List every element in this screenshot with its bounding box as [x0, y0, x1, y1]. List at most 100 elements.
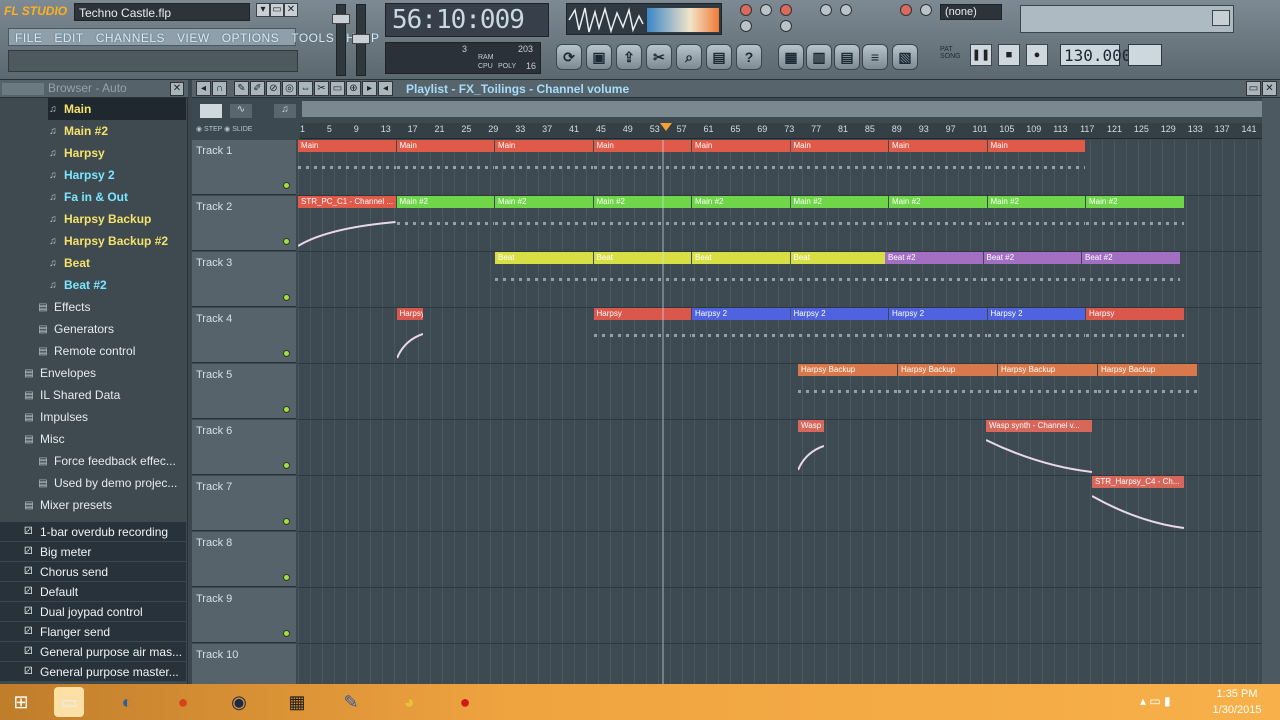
playlist-clip[interactable]: Wasp synth - Channel v... [798, 420, 824, 475]
menu-tools[interactable]: TOOLS [285, 29, 340, 45]
pattern-selector[interactable]: (none) [940, 4, 1002, 20]
playlist-clip[interactable]: Main [692, 140, 790, 195]
playlist-close-icon[interactable]: ✕ [1262, 81, 1277, 96]
nav-back-icon[interactable]: ◂ [378, 81, 393, 96]
snap-display[interactable] [1128, 44, 1162, 66]
pat-song-toggle[interactable]: PAT SONG [940, 46, 961, 60]
recorder-icon[interactable]: ● [450, 687, 480, 717]
playlist-clip[interactable]: Main [987, 140, 1085, 195]
step-slide-toggle[interactable]: ◉ STEP ◉ SLIDE [196, 125, 252, 133]
master-volume-knob[interactable] [332, 14, 350, 24]
menu-view[interactable]: VIEW [171, 29, 216, 45]
select-tool-icon[interactable]: ▭ [330, 81, 345, 96]
playlist-clip[interactable]: Beat [692, 252, 790, 307]
close-icon[interactable]: ✕ [284, 3, 298, 17]
browser-channel-item[interactable]: ♫ Main [48, 98, 186, 120]
playlist-clip[interactable]: Beat [593, 252, 691, 307]
link-icon[interactable]: ∿ [230, 104, 252, 118]
playlist-clip[interactable]: Harpsy 2 [889, 308, 987, 363]
browser-folder-item[interactable]: ▤ Effects [38, 296, 186, 318]
video-editor-icon[interactable]: ▦ [282, 687, 312, 717]
uploader-icon[interactable]: ✎ [336, 687, 366, 717]
playlist-clip[interactable]: STR_PC_C1 - Channel ... [298, 196, 396, 251]
playlist-clip[interactable]: Harpsy 2 [790, 308, 888, 363]
track-header[interactable]: Track 8 [192, 532, 296, 587]
render-icon[interactable]: ⇪ [616, 44, 642, 70]
playlist-clip[interactable]: Harpsy 2 [692, 308, 790, 363]
playhead-marker-icon[interactable] [660, 123, 672, 131]
slice-tool-icon[interactable]: ✂ [314, 81, 329, 96]
browser-channel-item[interactable]: ♫ Main #2 [48, 120, 186, 142]
horizontal-scrollbar[interactable] [302, 101, 1262, 117]
magnet-icon[interactable]: ∩ [212, 81, 227, 96]
mixer-preset-item[interactable]: ⚂ Flanger send [0, 622, 186, 642]
playlist-clip[interactable]: Main [593, 140, 691, 195]
browser-folder-item[interactable]: ▤ Misc [24, 428, 186, 450]
playlist-clip[interactable]: Harpsy 2 [987, 308, 1085, 363]
track-header[interactable]: Track 6 [192, 420, 296, 475]
playlist-clip[interactable]: Harpsy [593, 308, 691, 363]
track-active-icon[interactable] [283, 518, 290, 525]
mixer-preset-item[interactable]: ⚂ Dual joypad control [0, 602, 186, 622]
track-active-icon[interactable] [283, 462, 290, 469]
master-pitch-knob[interactable] [352, 34, 370, 44]
playlist-grid[interactable]: Main Main Main Main Main Main Main Main STR_PC_C… [298, 140, 1262, 700]
playlist-clip[interactable]: Beat #2 [885, 252, 983, 307]
menu-options[interactable]: OPTIONS [216, 29, 286, 45]
save-panel-icon[interactable] [1212, 10, 1230, 26]
playlist-clip[interactable]: Beat [790, 252, 888, 307]
browser-folder-item[interactable]: ▤ Envelopes [24, 362, 186, 384]
piano-roll-icon[interactable]: ▤ [834, 44, 860, 70]
playlist-clip[interactable]: Main #2 [987, 196, 1085, 251]
menu-arrow-icon[interactable]: ▾ [256, 3, 270, 17]
track-header[interactable]: Track 3 [192, 252, 296, 307]
playlist-clip[interactable]: Main #2 [396, 196, 494, 251]
playlist-clip[interactable]: Main [396, 140, 494, 195]
maximize-icon[interactable]: ▭ [1246, 81, 1261, 96]
mute-tool-icon[interactable]: ◎ [282, 81, 297, 96]
browser-close-icon[interactable]: ✕ [170, 82, 184, 96]
browser-channel-item[interactable]: ♫ Harpsy Backup [48, 208, 186, 230]
track-header[interactable]: Track 4 [192, 308, 296, 363]
track-active-icon[interactable] [283, 574, 290, 581]
menu-edit[interactable]: EDIT [48, 29, 89, 45]
track-header[interactable]: Track 5 [192, 364, 296, 419]
draw-tool-icon[interactable]: ✎ [234, 81, 249, 96]
fl-studio-task-icon[interactable]: ◕ [394, 687, 424, 717]
overdub-icon[interactable] [820, 4, 832, 16]
browser-folder-item[interactable]: ▤ Force feedback effec... [38, 450, 186, 472]
browser-folder-item[interactable]: ▤ Used by demo projec... [38, 472, 186, 494]
playlist-clip[interactable]: Main #2 [889, 196, 987, 251]
paint-tool-icon[interactable]: ✐ [250, 81, 265, 96]
browser-channel-item[interactable]: ♫ Harpsy Backup #2 [48, 230, 186, 252]
playlist-clip[interactable]: Wasp synth - Channel v... [986, 420, 1092, 475]
playlist-clip[interactable]: STR_Harpsy_C4 - Ch... [1092, 476, 1184, 531]
playlist-clip[interactable]: Beat [495, 252, 593, 307]
media-player-icon[interactable]: ◐ [112, 687, 142, 717]
playlist-clip[interactable]: Harpsy Backup [998, 364, 1097, 419]
snap-icon[interactable] [920, 4, 932, 16]
playlist-clip[interactable]: Harpsy Backup [898, 364, 997, 419]
zoom-tool-icon[interactable]: ⊕ [346, 81, 361, 96]
blend-icon[interactable] [780, 20, 792, 32]
track-header[interactable]: Track 9 [192, 588, 296, 643]
mixer-preset-item[interactable]: ⚂ Big meter [0, 542, 186, 562]
playlist-clip[interactable]: Main #2 [593, 196, 691, 251]
playlist-clip[interactable]: Main [790, 140, 888, 195]
playlist-clip[interactable]: Main #2 [692, 196, 790, 251]
step-edit-icon[interactable] [740, 20, 752, 32]
taskbar-clock[interactable]: 1:35 PM 1/30/2015 [1200, 686, 1274, 718]
playlist-menu-icon[interactable]: ◂ [196, 81, 211, 96]
browser-channel-item[interactable]: ♫ Harpsy [48, 142, 186, 164]
firefox-icon[interactable]: ● [168, 687, 198, 717]
play-pause-button[interactable]: ❚❚ [970, 44, 992, 66]
browser-folder-item[interactable]: ▤ Remote control [38, 340, 186, 362]
menu-channels[interactable]: CHANNELS [90, 29, 171, 45]
playlist-clip[interactable]: Harpsy Backup [798, 364, 897, 419]
browser-channel-item[interactable]: ♫ Beat #2 [48, 274, 186, 296]
menu-file[interactable]: FILE [9, 29, 48, 45]
mixer-icon[interactable]: ≡ [862, 44, 888, 70]
browser-folder-item[interactable]: ▤ Generators [38, 318, 186, 340]
playlist-clip[interactable]: Main [298, 140, 396, 195]
browser-folder-item[interactable]: ▤ Impulses [24, 406, 186, 428]
